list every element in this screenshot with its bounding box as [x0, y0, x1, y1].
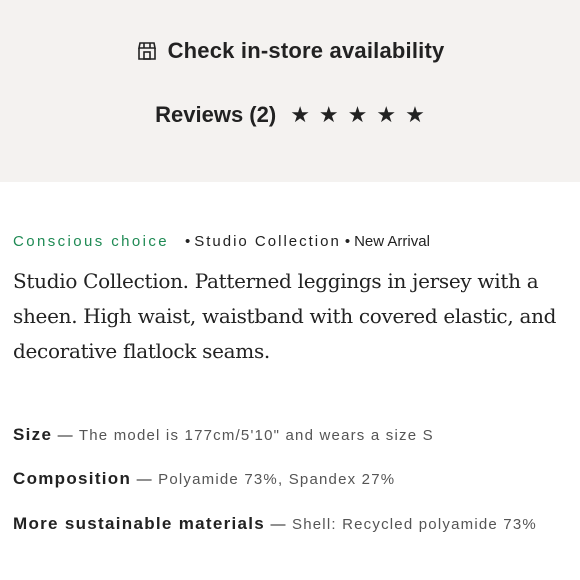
- star-icon: ★: [290, 102, 310, 127]
- star-icon: ★: [347, 102, 368, 127]
- tag-conscious-choice[interactable]: Conscious choice: [13, 233, 169, 250]
- size-label: Size: [13, 425, 53, 444]
- product-description: Studio Collection. Patterned leggings in…: [13, 269, 557, 363]
- composition-attribute: Composition — Polyamide 73%, Spandex 27%: [13, 466, 573, 492]
- star-icon: ★: [318, 102, 339, 127]
- reviews-button[interactable]: Reviews (2) ★ ★ ★ ★ ★: [0, 102, 580, 128]
- bullet-icon: •: [184, 233, 191, 250]
- tag-new-arrival: New Arrival: [354, 233, 430, 250]
- composition-value: Polyamide 73%, Spandex 27%: [158, 471, 396, 488]
- materials-value: Shell: Recycled polyamide 73%: [292, 516, 537, 533]
- rating-stars: ★ ★ ★ ★ ★: [290, 104, 425, 126]
- store-icon: [136, 40, 158, 62]
- top-panel: Check in-store availability Reviews (2) …: [0, 0, 580, 182]
- composition-label: Composition: [13, 469, 132, 488]
- materials-attribute: More sustainable materials — Shell: Recy…: [13, 511, 573, 537]
- check-store-availability-button[interactable]: Check in-store availability: [0, 38, 580, 64]
- bullet-icon: •: [344, 233, 351, 250]
- product-tags: Conscious choice • Studio Collection • N…: [13, 233, 430, 250]
- size-value: The model is 177cm/5'10" and wears a siz…: [78, 427, 434, 444]
- star-icon: ★: [376, 102, 397, 127]
- star-icon: ★: [405, 102, 425, 127]
- reviews-label: Reviews (2): [155, 102, 277, 127]
- size-attribute: Size — The model is 177cm/5'10" and wear…: [13, 422, 573, 448]
- tag-studio-collection: Studio Collection: [194, 233, 341, 250]
- check-store-availability-label: Check in-store availability: [167, 38, 445, 63]
- dash-separator: —: [270, 516, 293, 533]
- materials-label: More sustainable materials: [13, 514, 266, 533]
- dash-separator: —: [57, 427, 79, 444]
- dash-separator: —: [136, 471, 159, 488]
